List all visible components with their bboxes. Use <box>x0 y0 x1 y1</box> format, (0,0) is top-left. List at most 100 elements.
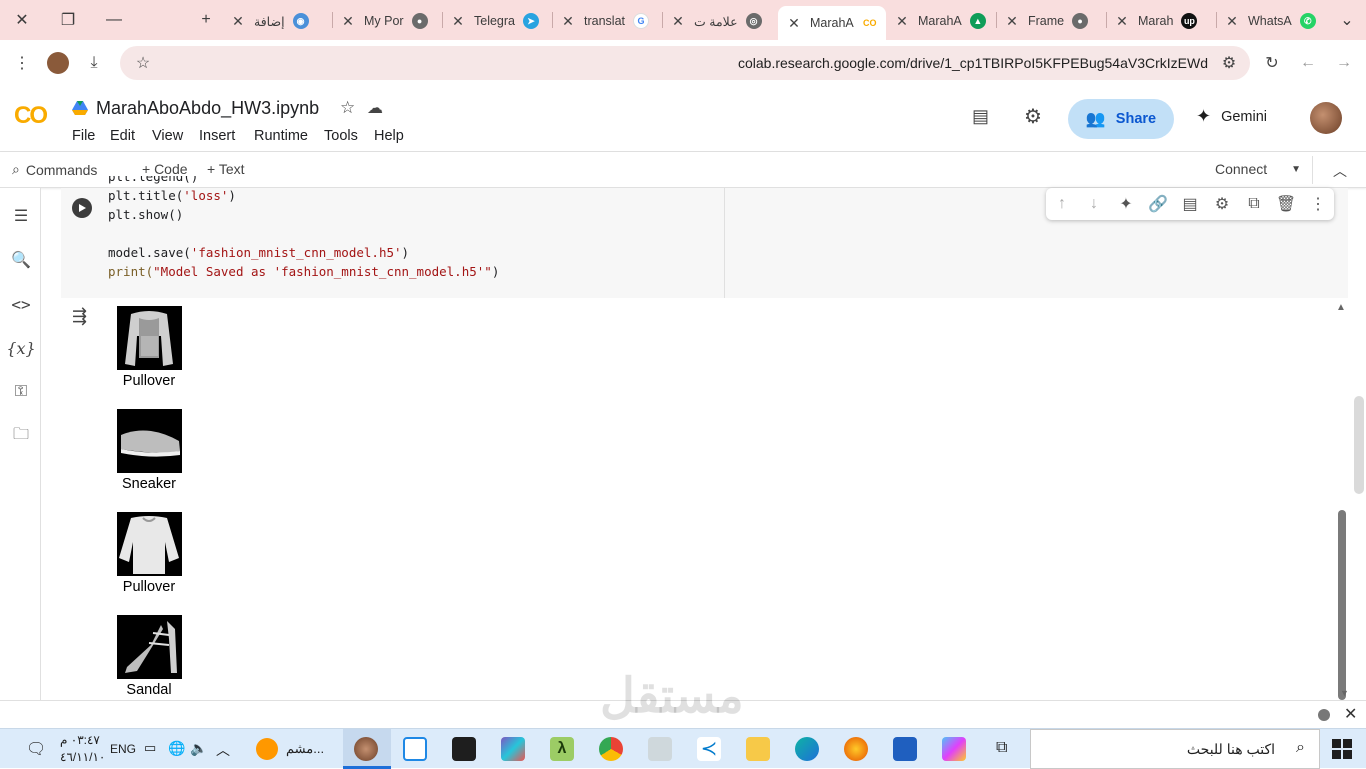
browser-tab[interactable]: ✕ Telegra ➤ <box>450 6 550 36</box>
close-tab-icon[interactable]: ✕ <box>230 13 246 30</box>
address-bar[interactable]: ☆ colab.research.google.com/drive/1_cp1T… <box>120 46 1250 80</box>
menu-dots-icon[interactable]: ⋮ <box>11 52 33 74</box>
run-cell-button[interactable] <box>72 198 92 218</box>
find-replace-icon[interactable]: 🔍 <box>9 248 33 272</box>
menu-insert[interactable]: Insert <box>199 128 235 144</box>
close-tab-icon[interactable]: ✕ <box>786 15 802 32</box>
browser-tab[interactable]: ✕ WhatsA ✆ <box>1224 6 1324 36</box>
volume-icon[interactable]: 🔈 <box>190 740 207 757</box>
notification-app-icon[interactable] <box>256 738 278 760</box>
3d-viewer-icon[interactable] <box>403 737 427 761</box>
action-center-icon[interactable]: 🗨 <box>26 739 46 759</box>
cloud-saved-icon[interactable]: ☁ <box>367 98 383 118</box>
close-tab-icon[interactable]: ✕ <box>894 13 910 30</box>
network-globe-icon[interactable]: 🌐 <box>168 740 185 757</box>
close-tab-icon[interactable]: ✕ <box>560 13 576 30</box>
tab-search-chevron-icon[interactable]: ⌄ <box>1334 8 1360 32</box>
chrome-icon[interactable] <box>599 737 623 761</box>
star-icon[interactable]: ☆ <box>340 98 355 118</box>
copilot-icon[interactable] <box>942 737 966 761</box>
file-explorer-icon[interactable] <box>746 737 770 761</box>
close-tab-icon[interactable]: ✕ <box>340 13 356 30</box>
lambda-app-icon[interactable]: λ <box>550 737 574 761</box>
forward-arrow-icon[interactable]: → <box>1333 52 1355 74</box>
browser-tab[interactable]: ✕ My Por ● <box>340 6 440 36</box>
battery-icon[interactable]: ▭ <box>144 740 156 756</box>
comment-icon[interactable]: ▤ <box>1180 194 1200 214</box>
virtualbox-icon[interactable] <box>648 737 672 761</box>
menu-runtime[interactable]: Runtime <box>254 128 308 144</box>
variables-icon[interactable]: {x} <box>6 336 35 360</box>
menu-help[interactable]: Help <box>374 128 404 144</box>
browser-tab-active[interactable]: ✕ MarahA CO <box>778 6 886 40</box>
comments-icon[interactable]: ▤ <box>972 106 989 127</box>
dropdown-caret-icon[interactable]: ▼ <box>1291 164 1301 175</box>
close-icon[interactable]: ✕ <box>1344 704 1357 724</box>
close-tab-icon[interactable]: ✕ <box>1224 13 1240 30</box>
site-settings-icon[interactable]: ⚙ <box>1218 52 1240 74</box>
store-icon[interactable] <box>893 737 917 761</box>
browser-tab[interactable]: ✕ Frame ● <box>1004 6 1104 36</box>
close-tab-icon[interactable]: ✕ <box>1114 13 1130 30</box>
connect-button[interactable]: Connect ▼ <box>1215 161 1301 177</box>
settings-gear-icon[interactable]: ⚙ <box>1024 104 1042 129</box>
move-down-icon[interactable]: ↓ <box>1084 194 1104 214</box>
move-up-icon[interactable]: ↑ <box>1052 194 1072 214</box>
language-indicator[interactable]: ENG <box>110 742 136 756</box>
notebook-title[interactable]: MarahAboAbdo_HW3.ipynb <box>96 98 319 119</box>
menu-file[interactable]: File <box>72 128 95 144</box>
mirror-cell-icon[interactable]: ⧉ <box>1244 194 1264 214</box>
menu-edit[interactable]: Edit <box>110 128 135 144</box>
close-tab-icon[interactable]: ✕ <box>1004 13 1020 30</box>
taskbar-app-label[interactable]: مشم... <box>286 741 324 757</box>
minimize-window-icon[interactable]: — <box>101 8 127 32</box>
colab-logo[interactable]: CO <box>14 102 48 130</box>
vscode-icon[interactable]: ≺ <box>697 737 721 761</box>
profile-avatar-icon[interactable] <box>47 52 69 74</box>
code-snippets-icon[interactable]: <> <box>9 292 33 316</box>
table-of-contents-icon[interactable]: ☰ <box>9 204 33 228</box>
figma-icon[interactable] <box>452 737 476 761</box>
taskbar-search-box[interactable]: اكتب هنا للبحث ⌕ <box>1030 729 1320 769</box>
menu-view[interactable]: View <box>152 128 183 144</box>
clock-time[interactable]: ٠٣:٤٧ م <box>60 733 100 747</box>
secrets-key-icon[interactable]: ⚿ <box>9 380 33 404</box>
browser-tab[interactable]: ✕ Marah up <box>1114 6 1214 36</box>
bookmark-star-icon[interactable]: ☆ <box>132 52 154 74</box>
browser-tab[interactable]: ✕ إضافة ◉ <box>230 6 330 36</box>
windows-start-icon[interactable] <box>1332 739 1352 759</box>
scroll-up-caret-icon[interactable]: ▲ <box>1336 302 1346 313</box>
gemini-button[interactable]: ✦ Gemini <box>1196 106 1267 127</box>
chrome-profile-icon[interactable] <box>354 737 378 761</box>
reload-icon[interactable]: ↻ <box>1261 52 1283 74</box>
account-avatar[interactable] <box>1310 102 1342 134</box>
tray-chevron-icon[interactable]: ︿ <box>216 740 230 760</box>
new-tab-icon[interactable]: + <box>193 8 219 32</box>
edge-icon[interactable] <box>795 737 819 761</box>
page-scrollbar-thumb[interactable] <box>1354 396 1364 494</box>
share-button[interactable]: 👥 Share <box>1068 99 1174 139</box>
browser-tab[interactable]: ✕ MarahA ▲ <box>894 6 994 36</box>
delete-icon[interactable]: 🗑 <box>1276 194 1296 214</box>
gemini-sparkle-icon[interactable]: ✦ <box>1116 194 1136 214</box>
more-options-icon[interactable]: ⋮ <box>1308 194 1328 214</box>
output-actions-icon[interactable]: ⇶ <box>72 306 87 327</box>
add-text-button[interactable]: + Text <box>207 161 245 177</box>
firefox-icon[interactable] <box>844 737 868 761</box>
scroll-down-caret-icon[interactable]: ▼ <box>1340 688 1349 698</box>
pattern-app-icon[interactable] <box>501 737 525 761</box>
link-icon[interactable]: 🔗 <box>1148 194 1168 214</box>
browser-tab[interactable]: ✕ translat G <box>560 6 660 36</box>
cell-settings-icon[interactable]: ⚙ <box>1212 194 1232 214</box>
menu-tools[interactable]: Tools <box>324 128 358 144</box>
browser-tab[interactable]: ✕ علامة ت ◎ <box>670 6 770 36</box>
commands-button[interactable]: ⌕ Commands <box>12 161 97 178</box>
download-icon[interactable]: ⤓ <box>83 52 105 74</box>
code-editor[interactable]: plt.legend() plt.title('loss') plt.show() … <box>108 176 499 281</box>
add-code-button[interactable]: + Code <box>142 161 188 177</box>
collapse-chevron-icon[interactable]: ︿ <box>1333 161 1347 181</box>
files-folder-icon[interactable]: 🗀 <box>9 424 33 448</box>
close-tab-icon[interactable]: ✕ <box>670 13 686 30</box>
close-tab-icon[interactable]: ✕ <box>450 13 466 30</box>
clock-date[interactable]: ٤٦/١١/١٠ <box>60 750 105 764</box>
